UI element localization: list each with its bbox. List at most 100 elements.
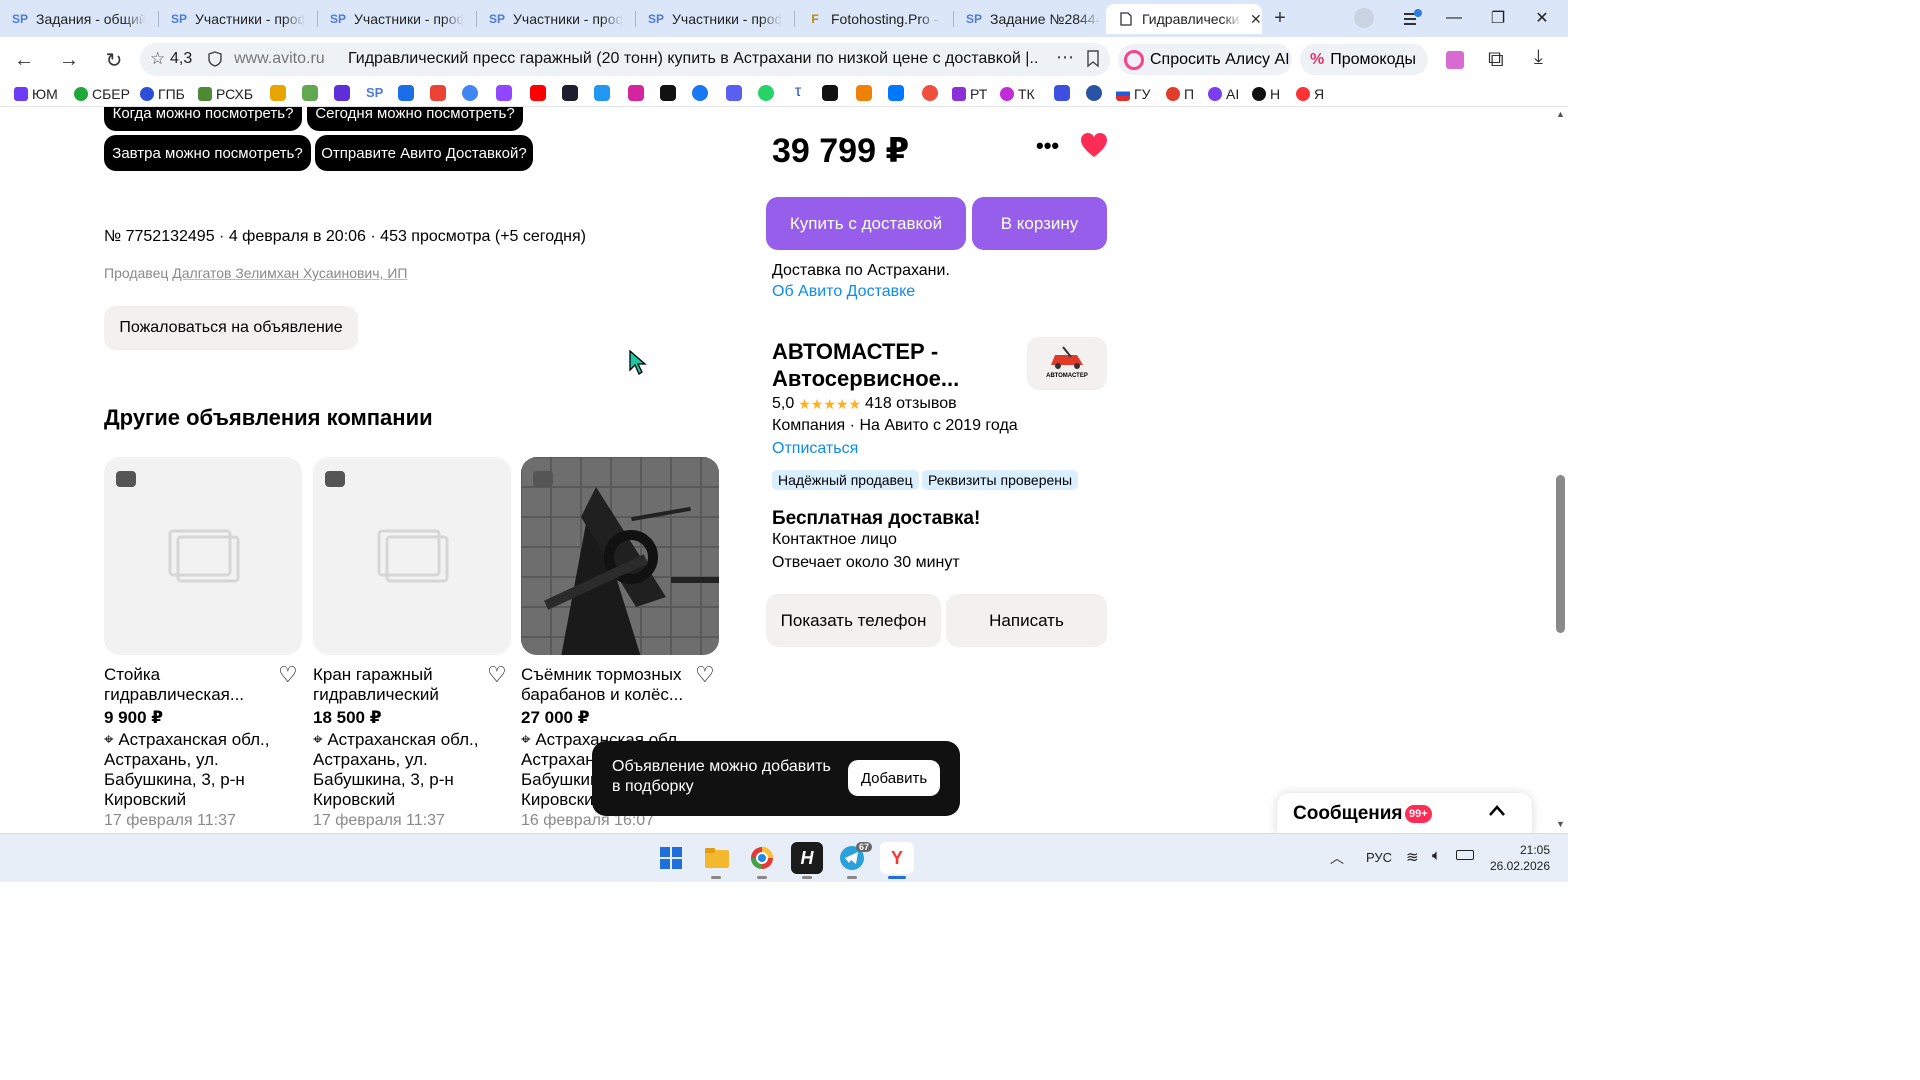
- vk-video-bookmark-icon[interactable]: [594, 85, 610, 101]
- profile-icon[interactable]: [1354, 8, 1374, 28]
- tab-4[interactable]: SP Участники - проф: [477, 4, 635, 34]
- facebook-bookmark-icon[interactable]: [692, 85, 708, 101]
- address-bar[interactable]: ☆ 4,3 www.avito.ru Гидравлический пресс …: [140, 43, 1110, 76]
- reload-icon[interactable]: ↻: [98, 44, 130, 76]
- heart-icon[interactable]: ♡: [695, 664, 717, 686]
- emblem-bookmark-icon[interactable]: [1086, 85, 1102, 101]
- tab-active[interactable]: Гидравлически ✕: [1106, 4, 1262, 34]
- extensions-icon[interactable]: ⧉: [1488, 46, 1504, 72]
- tab-3[interactable]: SP Участники - проф: [318, 4, 476, 34]
- card-image[interactable]: [104, 457, 302, 655]
- bookmark-gpb[interactable]: ГПБ: [140, 85, 185, 103]
- card-image[interactable]: [521, 457, 719, 655]
- gmail-bookmark-icon[interactable]: [430, 85, 446, 101]
- add-to-collection-button[interactable]: Добавить: [848, 760, 940, 796]
- download-icon[interactable]: ⤓: [1534, 46, 1543, 69]
- bookmark-ai[interactable]: AI: [1208, 85, 1239, 103]
- report-button[interactable]: Пожаловаться на объявление: [104, 306, 358, 350]
- question-chip[interactable]: Когда можно посмотреть?: [104, 107, 302, 131]
- swirl-bookmark-icon[interactable]: [1054, 85, 1070, 101]
- bookmark-yum[interactable]: ЮМ: [14, 85, 58, 103]
- volume-icon[interactable]: 🔈︎: [1432, 847, 1441, 864]
- card-title[interactable]: Стойка гидравлическая...: [104, 665, 274, 705]
- add-to-cart-button[interactable]: В корзину: [972, 197, 1107, 250]
- scroll-up-icon[interactable]: ▲: [1556, 109, 1565, 119]
- picture-icon[interactable]: [1446, 51, 1464, 69]
- shield-bookmark-icon[interactable]: [334, 85, 350, 101]
- tau-bookmark-icon[interactable]: τ: [790, 84, 806, 101]
- bookmark-p[interactable]: П: [1166, 85, 1194, 103]
- h-app-icon[interactable]: H: [791, 842, 823, 874]
- yandex-browser-icon[interactable]: Y: [880, 842, 914, 874]
- alice-button[interactable]: Спросить Алису AI: [1118, 44, 1292, 75]
- bookmark-gu[interactable]: ГУ: [1116, 85, 1150, 103]
- show-phone-button[interactable]: Показать телефон: [766, 594, 941, 647]
- chromium-browser-icon[interactable]: [746, 842, 778, 874]
- scroll-thumb[interactable]: [1556, 475, 1565, 633]
- more-options-icon[interactable]: •••: [1036, 133, 1059, 159]
- tray-chevron-icon[interactable]: ︿: [1330, 848, 1344, 868]
- favorite-heart-icon[interactable]: [1080, 132, 1108, 158]
- question-chip[interactable]: Завтра можно посмотреть?: [104, 135, 311, 171]
- telegram-icon[interactable]: 67: [836, 842, 873, 874]
- bookmark-tk[interactable]: ТК: [1000, 85, 1035, 103]
- delivery-link[interactable]: Об Авито Доставке: [772, 283, 915, 301]
- language-indicator[interactable]: РУС: [1366, 850, 1392, 865]
- windows-start-icon[interactable]: [655, 842, 687, 874]
- tab-7[interactable]: SP Задание №28444(: [954, 4, 1104, 34]
- tab-2[interactable]: SP Участники - проф: [159, 4, 317, 34]
- question-chip[interactable]: Отправите Авито Доставкой?: [315, 135, 533, 171]
- wifi-icon[interactable]: ≋: [1406, 848, 1419, 866]
- messenger-bookmark-icon[interactable]: [726, 85, 742, 101]
- vk-bookmark-icon[interactable]: [888, 85, 904, 101]
- twitch-bookmark-icon[interactable]: [496, 85, 512, 101]
- back-icon[interactable]: ←: [8, 44, 40, 76]
- messages-widget[interactable]: Сообщения 99+: [1277, 793, 1532, 833]
- bookmark-n[interactable]: Н: [1252, 85, 1280, 103]
- chevron-up-icon[interactable]: [1487, 801, 1507, 821]
- mail-bookmark-icon[interactable]: [398, 85, 414, 101]
- tab-1[interactable]: SP Задания - общий с: [0, 4, 158, 34]
- sp-bookmark-icon[interactable]: SP: [366, 85, 383, 101]
- card-title[interactable]: Кран гаражный гидравлический: [313, 665, 483, 705]
- card-image[interactable]: [313, 457, 511, 655]
- more-icon[interactable]: ⋯: [1056, 47, 1074, 68]
- heart-icon[interactable]: ♡: [487, 664, 509, 686]
- bookmark-rshb[interactable]: РСХБ: [198, 85, 253, 103]
- company-logo[interactable]: АВТОМАСТЕР: [1027, 337, 1107, 390]
- circle-bookmark-icon[interactable]: [922, 85, 938, 101]
- sheets-bookmark-icon[interactable]: [302, 85, 318, 101]
- write-button[interactable]: Написать: [946, 594, 1107, 647]
- buy-with-delivery-button[interactable]: Купить с доставкой: [766, 197, 966, 250]
- reviews-count[interactable]: 418 отзывов: [865, 395, 957, 413]
- rutube-bookmark-icon[interactable]: [562, 85, 578, 101]
- menu-icon[interactable]: [1402, 8, 1422, 28]
- tab-6[interactable]: F Fotohosting.Pro - С: [795, 4, 953, 34]
- whatsapp-bookmark-icon[interactable]: [758, 85, 774, 101]
- fotohosting-bookmark-icon[interactable]: [270, 85, 286, 101]
- restore-icon[interactable]: ❐: [1476, 0, 1520, 36]
- new-tab-icon[interactable]: +: [1268, 8, 1292, 30]
- tab-5[interactable]: SP Участники - проф: [636, 4, 794, 34]
- heart-icon[interactable]: ♡: [278, 664, 300, 686]
- shield-icon[interactable]: [208, 51, 222, 67]
- instagram-bookmark-icon[interactable]: [628, 85, 644, 101]
- forward-icon[interactable]: →: [53, 44, 85, 76]
- ok-bookmark-icon[interactable]: [856, 85, 872, 101]
- plus-bookmark-icon[interactable]: [822, 85, 838, 101]
- minimize-icon[interactable]: —: [1432, 0, 1476, 36]
- close-window-icon[interactable]: ✕: [1520, 0, 1564, 36]
- bookmark-sber[interactable]: СБЕР: [74, 85, 130, 103]
- battery-icon[interactable]: [1456, 850, 1474, 860]
- scrollbar[interactable]: ▲ ▼: [1553, 107, 1568, 833]
- clock[interactable]: 21:05 26.02.2026: [1488, 842, 1550, 874]
- card-title[interactable]: Съёмник тормозных барабанов и колёс...: [521, 665, 691, 705]
- bookmark-rt[interactable]: РТ: [952, 85, 987, 103]
- scroll-down-icon[interactable]: ▼: [1556, 819, 1565, 829]
- unsubscribe-link[interactable]: Отписаться: [772, 440, 858, 458]
- youtube-bookmark-icon[interactable]: [530, 85, 546, 101]
- close-tab-icon[interactable]: ✕: [1250, 11, 1262, 28]
- file-explorer-icon[interactable]: [701, 842, 733, 874]
- promo-button[interactable]: % Промокоды: [1300, 44, 1428, 75]
- bookmark-icon[interactable]: [1086, 50, 1100, 68]
